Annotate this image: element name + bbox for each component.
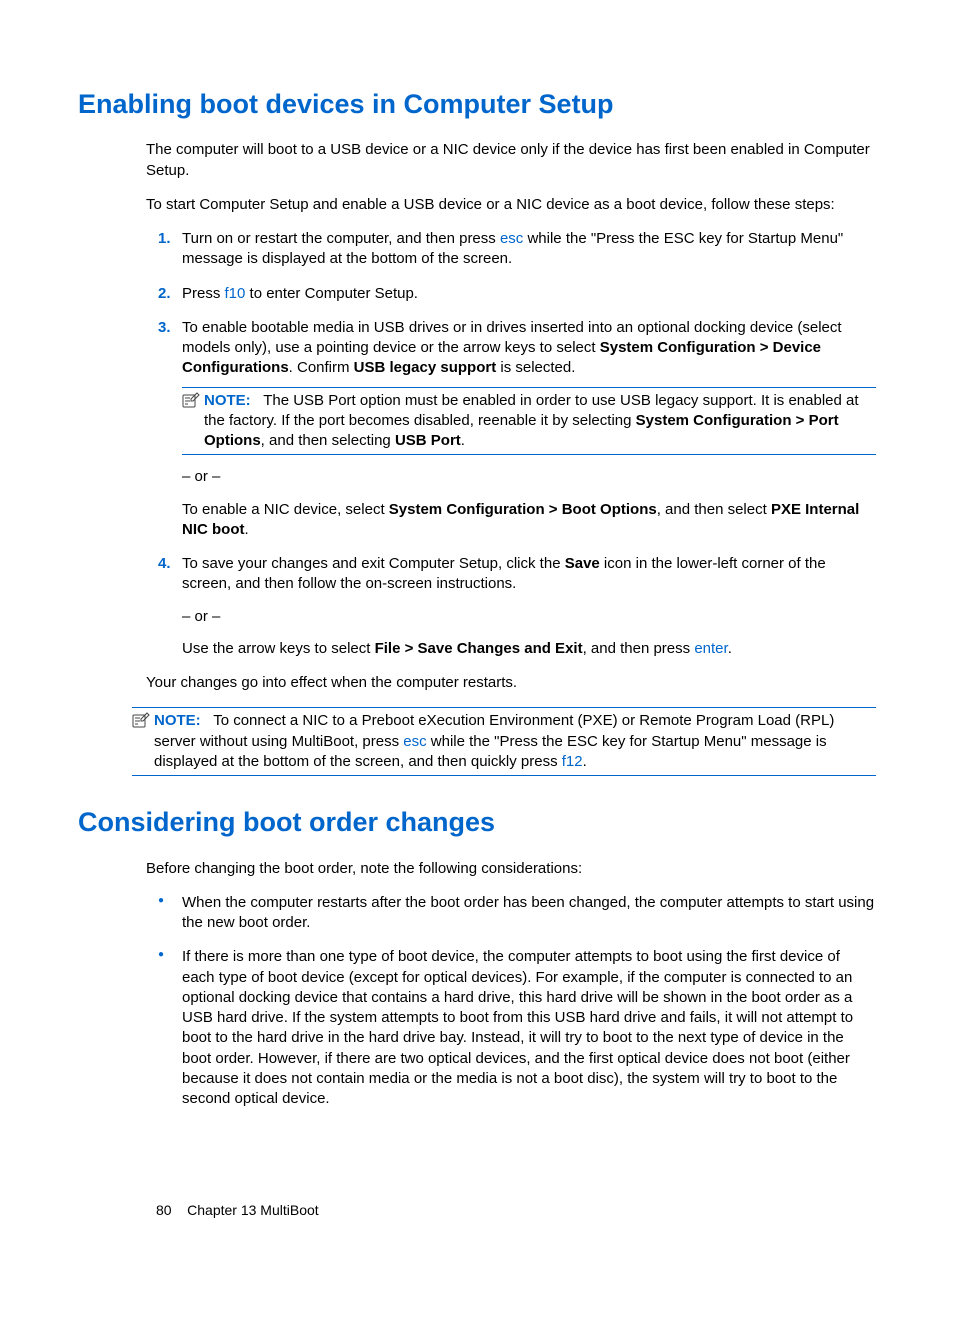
intro-para-2: To start Computer Setup and enable a USB… bbox=[146, 195, 876, 215]
step-number: 2. bbox=[158, 284, 171, 304]
key-f12: f12 bbox=[562, 753, 583, 770]
step-number: 1. bbox=[158, 229, 171, 249]
note-nic-pxe: NOTE: To connect a NIC to a Preboot eXec… bbox=[132, 707, 876, 776]
page-number: 80 bbox=[156, 1202, 172, 1218]
after-steps-para: Your changes go into effect when the com… bbox=[146, 673, 876, 693]
section-heading-enabling: Enabling boot devices in Computer Setup bbox=[78, 86, 876, 122]
bullet-1: When the computer restarts after the boo… bbox=[162, 893, 876, 934]
bullet-2: If there is more than one type of boot d… bbox=[162, 947, 876, 1109]
considering-intro: Before changing the boot order, note the… bbox=[146, 859, 876, 879]
or-divider: – or – bbox=[182, 467, 876, 487]
note-usb-port: NOTE: The USB Port option must be enable… bbox=[182, 387, 876, 456]
chapter-label: Chapter 13 MultiBoot bbox=[187, 1202, 319, 1218]
step-1: 1. Turn on or restart the computer, and … bbox=[162, 229, 876, 270]
key-f10: f10 bbox=[225, 285, 246, 302]
key-esc: esc bbox=[500, 230, 523, 247]
section-heading-considering: Considering boot order changes bbox=[78, 804, 876, 840]
step-2: 2. Press f10 to enter Computer Setup. bbox=[162, 284, 876, 304]
or-divider: – or – bbox=[182, 607, 876, 627]
key-enter: enter bbox=[694, 640, 727, 657]
key-esc: esc bbox=[403, 733, 426, 750]
step-3: 3. To enable bootable media in USB drive… bbox=[162, 318, 876, 540]
note-icon bbox=[182, 392, 200, 408]
step-4: 4. To save your changes and exit Compute… bbox=[162, 554, 876, 659]
page-footer: 80 Chapter 13 MultiBoot bbox=[156, 1201, 319, 1220]
step-4-alt: Use the arrow keys to select File > Save… bbox=[182, 639, 876, 659]
step-number: 3. bbox=[158, 318, 171, 338]
step-3-alt: To enable a NIC device, select System Co… bbox=[182, 500, 876, 541]
intro-para-1: The computer will boot to a USB device o… bbox=[146, 140, 876, 181]
step-number: 4. bbox=[158, 554, 171, 574]
note-icon bbox=[132, 712, 150, 728]
